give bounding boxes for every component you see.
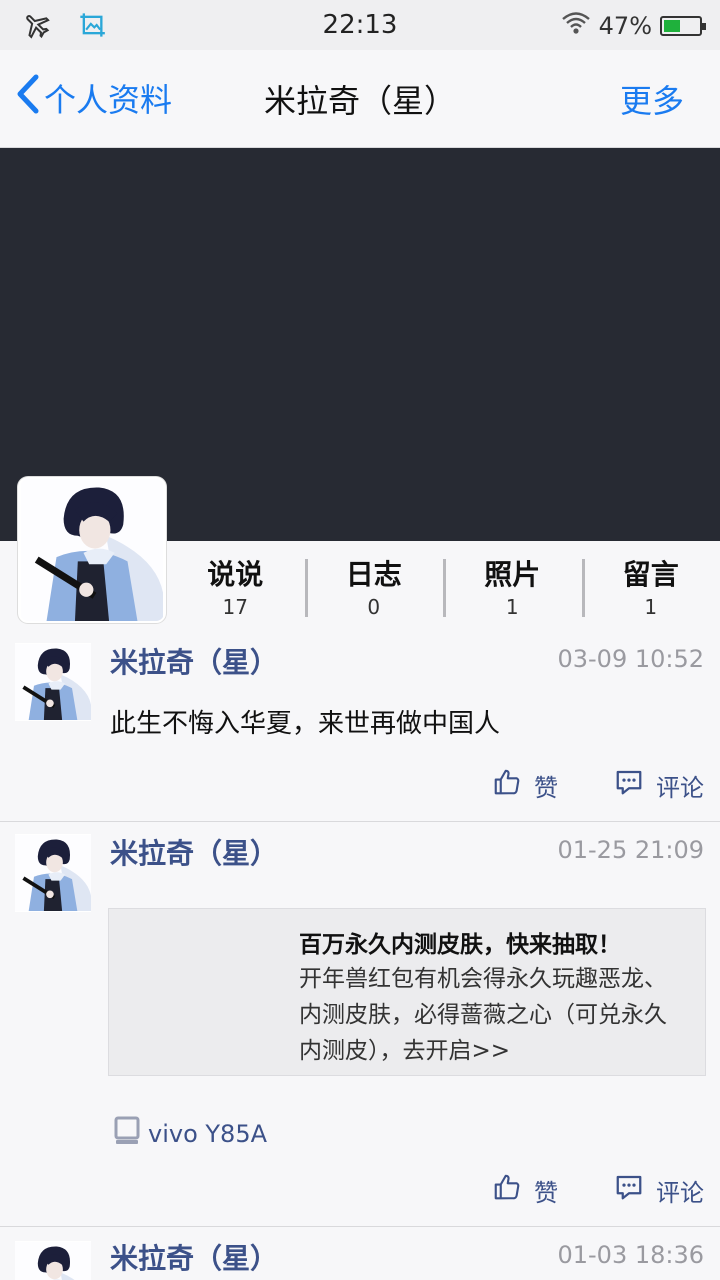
thumbs-up-icon: [492, 1172, 522, 1208]
back-button[interactable]: 个人资料: [14, 74, 172, 122]
battery-percent: 47%: [598, 12, 652, 40]
stat-label: 照片: [484, 558, 541, 591]
avatar[interactable]: [15, 834, 91, 912]
comment-label: 评论: [656, 1178, 704, 1207]
battery-icon: [660, 16, 706, 36]
stat-count: 1: [505, 595, 519, 619]
back-label: 个人资料: [44, 81, 173, 119]
feed-post: 米拉奇（星） 01-25 21:09 百万永久内测皮肤，快来抽取！ 开年兽红包有…: [0, 822, 720, 1227]
device-name: vivo Y85A: [148, 1120, 268, 1148]
more-button[interactable]: 更多: [620, 76, 684, 122]
like-button[interactable]: 赞: [492, 1172, 558, 1208]
post-time: 01-03 18:36: [557, 1241, 704, 1269]
chevron-left-icon: [14, 74, 44, 122]
stat-blog[interactable]: 日志 0: [304, 555, 444, 625]
device-source: vivo Y85A: [114, 1116, 267, 1152]
status-bar: 22:13 47%: [0, 0, 720, 50]
post-text: 此生不悔入华夏，来世再做中国人: [110, 709, 501, 739]
stat-count: 1: [644, 595, 658, 619]
shared-link-card[interactable]: 百万永久内测皮肤，快来抽取！ 开年兽红包有机会得永久玩趣恶龙、内测皮肤，必得蔷薇…: [108, 908, 706, 1076]
stats-row: 说说 17 日志 0 照片 1 留言 1: [166, 555, 720, 625]
feed-post: 米拉奇（星） 03-09 10:52 此生不悔入华夏，来世再做中国人 赞 评论: [0, 631, 720, 822]
avatar[interactable]: [15, 643, 91, 721]
profile-avatar[interactable]: [18, 477, 166, 623]
like-button[interactable]: 赞: [492, 767, 558, 803]
post-time: 03-09 10:52: [557, 645, 704, 673]
stat-shuoshuo[interactable]: 说说 17: [166, 555, 305, 625]
phone-icon: [114, 1116, 140, 1152]
share-description: 开年兽红包有机会得永久玩趣恶龙、内测皮肤，必得蔷薇之心（可兑永久内测皮），去开启…: [299, 966, 667, 1064]
wifi-icon: [561, 10, 591, 42]
stat-count: 0: [367, 595, 381, 619]
stat-count: 17: [222, 595, 248, 619]
comment-label: 评论: [656, 773, 704, 802]
comment-icon: [614, 767, 644, 803]
battery-level: [664, 20, 680, 32]
like-label: 赞: [534, 773, 558, 802]
thumbs-up-icon: [492, 767, 522, 803]
share-title: 百万永久内测皮肤，快来抽取！: [299, 932, 621, 958]
stat-label: 留言: [622, 558, 679, 591]
post-author[interactable]: 米拉奇（星）: [110, 832, 278, 872]
post-author[interactable]: 米拉奇（星）: [110, 1237, 278, 1277]
stat-photos[interactable]: 照片 1: [443, 555, 582, 625]
post-time: 01-25 21:09: [557, 836, 704, 864]
nav-bar: 个人资料 米拉奇（星） 更多: [0, 50, 720, 148]
like-label: 赞: [534, 1178, 558, 1207]
stat-label: 说说: [207, 558, 264, 591]
comment-icon: [614, 1172, 644, 1208]
comment-button[interactable]: 评论: [614, 767, 704, 803]
post-author[interactable]: 米拉奇（星）: [110, 641, 278, 681]
comment-button[interactable]: 评论: [614, 1172, 704, 1208]
stat-messages[interactable]: 留言 1: [581, 555, 720, 625]
feed-post: 米拉奇（星） 01-03 18:36: [0, 1227, 720, 1280]
avatar[interactable]: [15, 1241, 91, 1280]
stat-label: 日志: [345, 558, 402, 591]
